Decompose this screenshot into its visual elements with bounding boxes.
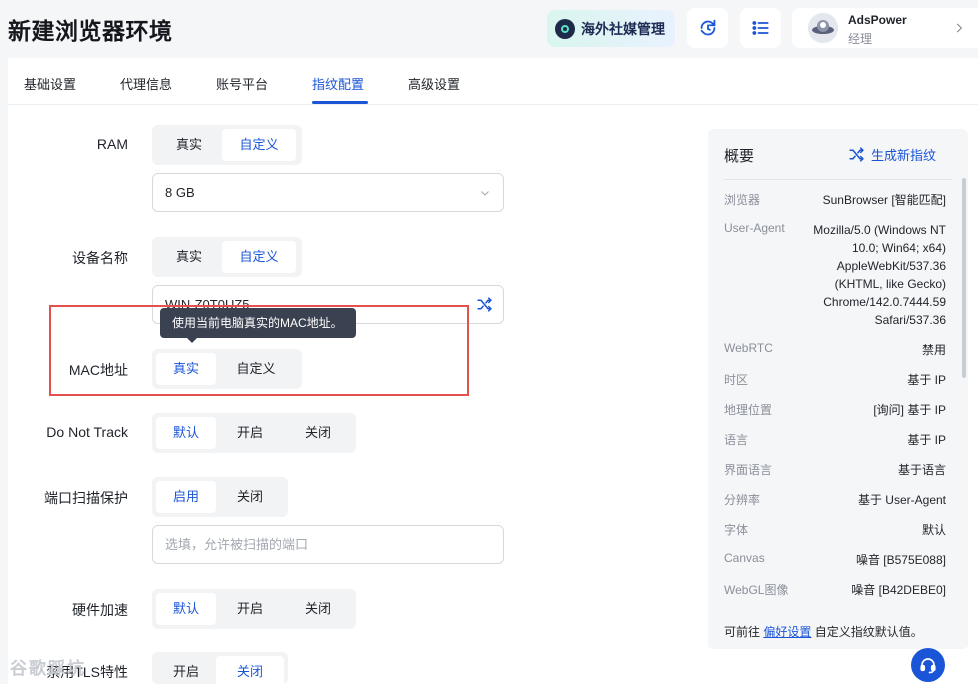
preferences-link[interactable]: 偏好设置 <box>763 625 811 639</box>
headset-icon <box>920 658 936 674</box>
port-scan-option-disable[interactable]: 关闭 <box>216 481 284 513</box>
summary-value: SunBrowser [智能匹配] <box>822 193 946 207</box>
summary-key: 语言 <box>724 433 749 447</box>
chevron-right-icon <box>956 23 963 33</box>
user-menu[interactable]: AdsPower 经理 <box>792 8 978 48</box>
summary-key: User-Agent <box>724 221 785 235</box>
summary-key: 时区 <box>724 373 749 387</box>
summary-scrollbar[interactable] <box>962 178 966 378</box>
tab-proxy[interactable]: 代理信息 <box>120 74 172 93</box>
summary-key: 地理位置 <box>724 403 773 417</box>
summary-value: 噪音 [B42DEBE0] <box>851 583 946 597</box>
summary-value: 默认 <box>921 523 946 537</box>
tab-basic[interactable]: 基础设置 <box>24 74 76 93</box>
summary-value: 禁用 <box>921 343 946 357</box>
social-button-label: 海外社媒管理 <box>581 20 665 37</box>
hw-option-off[interactable]: 关闭 <box>284 593 352 625</box>
device-option-custom[interactable]: 自定义 <box>222 241 296 273</box>
list-icon <box>751 21 769 35</box>
summary-title: 概要 <box>724 148 755 165</box>
generate-fingerprint-button[interactable]: 生成新指纹 <box>848 145 936 164</box>
summary-key: Canvas <box>724 551 765 565</box>
avatar <box>808 13 838 43</box>
dnt-option-on[interactable]: 开启 <box>216 417 284 449</box>
summary-value: [询问] 基于 IP <box>873 403 946 417</box>
partial-option-on[interactable]: 开启 <box>156 656 216 684</box>
sync-icon <box>700 19 715 36</box>
summary-panel: 概要 生成新指纹 浏览器 SunBrowser [智能匹配] User-Agen… <box>708 129 968 649</box>
hw-accel-toggle: 默认 开启 关闭 <box>152 589 356 629</box>
shuffle-icon <box>849 147 864 162</box>
page-title: 新建浏览器环境 <box>8 18 173 44</box>
list-button[interactable] <box>740 8 781 48</box>
social-media-button[interactable]: 海外社媒管理 <box>547 10 675 47</box>
summary-divider <box>724 179 952 180</box>
device-option-real[interactable]: 真实 <box>156 241 222 273</box>
ram-option-real[interactable]: 真实 <box>156 129 222 161</box>
watermark: 谷歌踩坑 <box>10 659 86 678</box>
support-button[interactable] <box>911 648 945 682</box>
active-tab-indicator <box>312 101 368 104</box>
port-scan-placeholder: 选填，允许被扫描的端口 <box>165 537 309 552</box>
partial-row-toggle: 开启 关闭 <box>152 652 288 684</box>
summary-key: WebGL图像 <box>724 583 789 597</box>
ram-value: 8 GB <box>165 185 195 200</box>
summary-value: 基于 IP <box>907 373 946 387</box>
dnt-option-default[interactable]: 默认 <box>156 417 216 449</box>
ram-toggle: 真实 自定义 <box>152 125 302 165</box>
dnt-toggle: 默认 开启 关闭 <box>152 413 356 453</box>
ram-option-custom[interactable]: 自定义 <box>222 129 296 161</box>
port-scan-toggle: 启用 关闭 <box>152 477 288 517</box>
summary-key: 浏览器 <box>724 193 761 207</box>
sync-button[interactable] <box>687 8 728 48</box>
user-name: AdsPower <box>848 13 907 27</box>
social-logo-icon <box>555 18 575 39</box>
port-scan-label: 端口扫描保护 <box>44 490 128 506</box>
dnt-label: Do Not Track <box>46 424 128 440</box>
device-name-label: 设备名称 <box>72 250 128 266</box>
ram-select[interactable]: 8 GB <box>152 173 504 212</box>
hw-option-on[interactable]: 开启 <box>216 593 284 625</box>
generate-label: 生成新指纹 <box>871 148 937 163</box>
summary-footer: 可前往 偏好设置 自定义指纹默认值。 <box>708 617 968 647</box>
summary-key: 界面语言 <box>724 463 773 477</box>
summary-key: WebRTC <box>724 341 773 355</box>
summary-key: 字体 <box>724 523 749 537</box>
footer-suffix: 自定义指纹默认值。 <box>811 625 923 639</box>
dnt-option-off[interactable]: 关闭 <box>284 417 352 449</box>
ram-label: RAM <box>96 136 128 152</box>
shuffle-icon[interactable] <box>476 296 493 313</box>
highlight-box <box>49 305 469 396</box>
hw-option-default[interactable]: 默认 <box>156 593 216 625</box>
port-scan-input[interactable]: 选填，允许被扫描的端口 <box>152 525 504 564</box>
device-name-toggle: 真实 自定义 <box>152 237 302 277</box>
partial-option-off[interactable]: 关闭 <box>216 656 284 684</box>
footer-prefix: 可前往 <box>724 625 764 639</box>
summary-value: 噪音 [B575E088] <box>855 553 946 567</box>
summary-key: 分辨率 <box>724 493 761 507</box>
summary-value: 基于 IP <box>907 433 946 447</box>
port-scan-option-enable[interactable]: 启用 <box>156 481 216 513</box>
summary-value: 基于语言 <box>897 463 946 477</box>
tab-account[interactable]: 账号平台 <box>216 74 268 93</box>
summary-value: Mozilla/5.0 (Windows NT 10.0; Win64; x64… <box>813 223 946 327</box>
tab-bar: 基础设置 代理信息 账号平台 指纹配置 高级设置 <box>8 58 978 105</box>
summary-value: 基于 User-Agent <box>857 493 946 507</box>
tab-fingerprint[interactable]: 指纹配置 <box>312 74 364 93</box>
hw-accel-label: 硬件加速 <box>72 602 128 618</box>
header: 新建浏览器环境 海外社媒管理 AdsPower 经理 <box>0 0 978 58</box>
chevron-down-icon <box>481 191 489 196</box>
user-role: 经理 <box>848 32 873 46</box>
tab-advanced[interactable]: 高级设置 <box>408 74 460 93</box>
